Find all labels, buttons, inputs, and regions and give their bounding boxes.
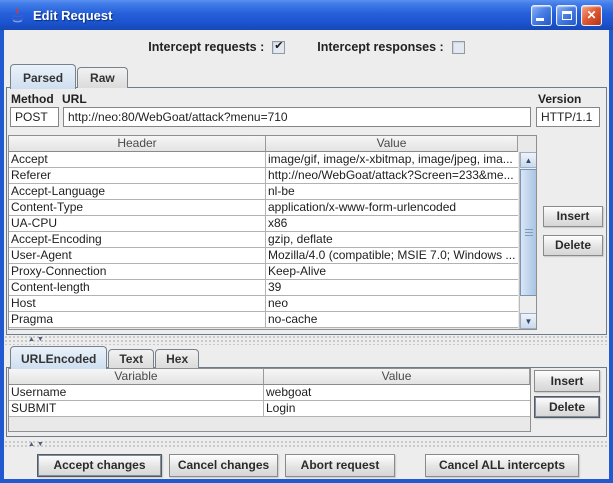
table-cell: image/gif, image/x-xbitmap, image/jpeg, … xyxy=(268,152,513,166)
headers-scrollbar[interactable]: ▲ ▼ xyxy=(519,152,536,329)
close-button[interactable]: ✕ xyxy=(581,5,602,26)
intercept-requests-label: Intercept requests : xyxy=(148,40,265,54)
method-field[interactable] xyxy=(10,107,59,127)
title-bar[interactable]: Edit Request ✕ xyxy=(0,0,613,30)
table-cell: Accept-Encoding xyxy=(9,232,266,247)
dialog-content: Intercept requests : Intercept responses… xyxy=(4,30,609,479)
intercept-requests-checkbox[interactable] xyxy=(272,39,286,54)
maximize-icon xyxy=(562,11,572,20)
version-label: Version xyxy=(538,92,582,106)
version-field[interactable] xyxy=(536,107,600,127)
table-row[interactable]: Accept-Language nl-be xyxy=(9,184,518,200)
intercept-responses-label: Intercept responses : xyxy=(317,40,444,54)
table-cell: http://neo/WebGoat/attack?Screen=233&me.… xyxy=(268,168,514,182)
table-cell: application/x-www-form-urlencoded xyxy=(268,200,457,214)
table-cell: x86 xyxy=(268,216,288,230)
intercept-responses-checkbox[interactable] xyxy=(451,40,465,54)
table-cell: gzip, deflate xyxy=(268,232,333,246)
table-row[interactable]: Host neo xyxy=(9,296,518,312)
params-table-body: Username webgoat SUBMIT Login xyxy=(9,385,530,417)
url-field[interactable] xyxy=(63,107,531,127)
window-title: Edit Request xyxy=(33,7,113,23)
table-cell: Keep-Alive xyxy=(268,264,327,278)
cancel-all-intercepts-button[interactable]: Cancel ALL intercepts xyxy=(425,454,579,477)
method-label: Method xyxy=(11,92,54,106)
column-header[interactable]: Header xyxy=(9,136,266,152)
table-row[interactable]: Proxy-Connection Keep-Alive xyxy=(9,264,518,280)
column-header[interactable]: Value xyxy=(264,369,530,385)
accept-changes-button[interactable]: Accept changes xyxy=(37,454,162,477)
headers-table-header: Header Value xyxy=(9,136,518,152)
table-row[interactable]: Referer http://neo/WebGoat/attack?Screen=… xyxy=(9,168,518,184)
parsed-request-panel: Method URL Version Header Value Acceptim… xyxy=(6,87,607,335)
table-cell: User-Agent xyxy=(9,248,266,263)
header-delete-button[interactable]: Delete xyxy=(543,235,603,256)
table-row[interactable]: UA-CPU x86 xyxy=(9,216,518,232)
content-view-tabs: URLEncoded Text Hex xyxy=(6,345,200,369)
table-cell: UA-CPU xyxy=(9,216,266,231)
header-insert-button[interactable]: Insert xyxy=(543,206,603,227)
table-row[interactable]: Username webgoat xyxy=(9,385,530,401)
column-header[interactable]: Value xyxy=(266,136,518,152)
params-table-header: Variable Value xyxy=(9,369,530,385)
table-cell: nl-be xyxy=(268,184,295,198)
table-row[interactable]: Pragma no-cache xyxy=(9,312,518,328)
table-cell: Mozilla/4.0 (compatible; MSIE 7.0; Windo… xyxy=(268,248,516,262)
headers-scrollpane: Header Value Accept image/gif, image/x-xb… xyxy=(8,135,537,330)
table-cell: SUBMIT xyxy=(9,401,264,416)
tab-raw[interactable]: Raw xyxy=(77,67,128,88)
table-cell: Login xyxy=(266,401,296,415)
table-cell: neo xyxy=(268,296,289,310)
tab-text[interactable]: Text xyxy=(108,349,155,368)
param-insert-button[interactable]: Insert xyxy=(534,370,600,392)
table-row[interactable]: Accept image/gif, image/x-xbitmap, image/… xyxy=(9,152,518,168)
divider-collapse-icons[interactable]: ▲▼ xyxy=(28,335,46,344)
table-cell: Content-length xyxy=(9,280,266,295)
edit-request-window: Edit Request ✕ Intercept requests : Inte… xyxy=(0,0,613,483)
table-cell: Username xyxy=(9,385,264,400)
params-scrollpane: Variable Value Username webgoat SUBMIT Logi… xyxy=(8,368,531,432)
table-cell: Referer xyxy=(9,168,266,183)
split-divider-top[interactable]: ▲▼ xyxy=(4,335,609,345)
scrollbar-thumb[interactable] xyxy=(520,169,536,296)
table-cell: Accept xyxy=(9,152,266,167)
table-cell: Proxy-Connection xyxy=(9,264,266,279)
headers-table: Header Value Accept image/gif, image/x-xb… xyxy=(9,136,518,328)
headers-table-body: Accept image/gif, image/x-xbitmap, image/… xyxy=(9,152,518,328)
table-cell: 39 xyxy=(268,280,282,294)
request-view-tabs: Parsed Raw xyxy=(6,62,129,89)
table-cell: webgoat xyxy=(266,385,312,399)
abort-request-button[interactable]: Abort request xyxy=(285,454,395,477)
param-delete-button[interactable]: Delete xyxy=(534,396,600,418)
cancel-changes-button[interactable]: Cancel changes xyxy=(169,454,278,477)
table-row[interactable]: Content-Type application/x-www-form-urlen… xyxy=(9,200,518,216)
intercept-options: Intercept requests : Intercept responses… xyxy=(4,37,609,57)
tab-hex[interactable]: Hex xyxy=(155,349,200,368)
scroll-up-icon[interactable]: ▲ xyxy=(520,152,536,168)
params-table: Variable Value Username webgoat SUBMIT Logi… xyxy=(9,369,530,417)
url-label: URL xyxy=(62,92,87,106)
tab-urlencoded[interactable]: URLEncoded xyxy=(10,346,108,369)
action-button-row: Accept changes Cancel changes Abort requ… xyxy=(4,448,609,479)
table-row[interactable]: SUBMIT Login xyxy=(9,401,530,417)
table-row[interactable]: User-Agent Mozilla/4.0 (compatible; MSIE … xyxy=(9,248,518,264)
table-cell: Content-Type xyxy=(9,200,266,215)
java-coffee-cup-icon xyxy=(10,7,25,22)
table-row[interactable]: Accept-Encoding gzip, deflate xyxy=(9,232,518,248)
split-divider-bottom[interactable]: ▲▼ xyxy=(4,440,609,448)
minimize-icon xyxy=(536,18,544,21)
table-cell: Accept-Language xyxy=(9,184,266,199)
column-header[interactable]: Variable xyxy=(9,369,264,385)
tab-parsed[interactable]: Parsed xyxy=(10,64,77,89)
table-cell: Pragma xyxy=(9,312,266,327)
minimize-button[interactable] xyxy=(531,5,552,26)
maximize-button[interactable] xyxy=(556,5,577,26)
urlencoded-content-panel: Variable Value Username webgoat SUBMIT Logi… xyxy=(6,367,607,437)
scroll-down-icon[interactable]: ▼ xyxy=(520,313,536,329)
table-cell: no-cache xyxy=(268,312,318,326)
close-icon: ✕ xyxy=(586,8,597,22)
table-cell: Host xyxy=(9,296,266,311)
table-row[interactable]: Content-length 39 xyxy=(9,280,518,296)
